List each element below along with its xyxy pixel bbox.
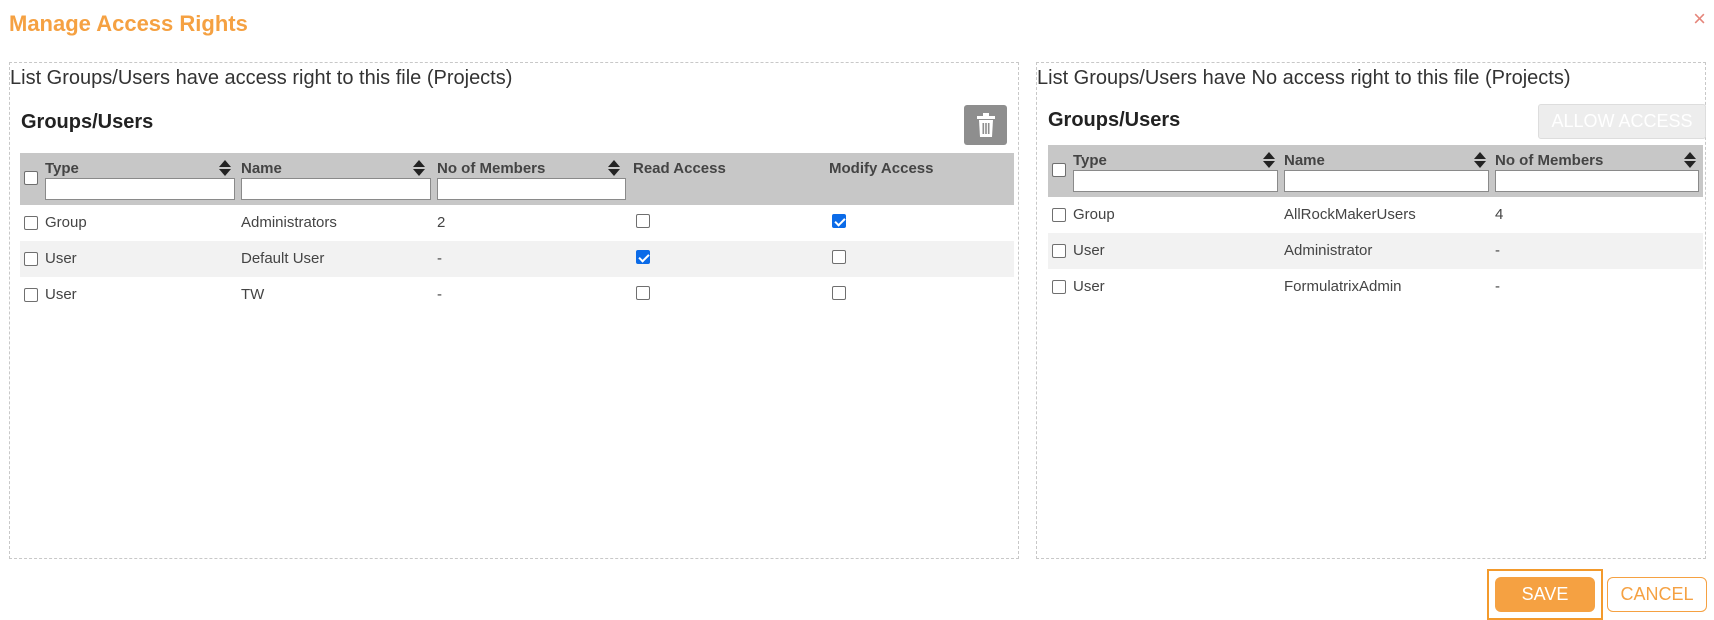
members-cell: -	[437, 286, 442, 303]
row-checkbox[interactable]	[24, 216, 38, 230]
read-access-checkbox[interactable]	[636, 250, 650, 264]
groups-users-heading: Groups/Users	[1048, 109, 1181, 131]
modify-access-checkbox[interactable]	[832, 250, 846, 264]
name-filter-input[interactable]	[241, 178, 431, 200]
type-cell: Group	[45, 214, 87, 231]
members-cell: -	[1495, 278, 1500, 295]
row-checkbox[interactable]	[1052, 244, 1066, 258]
table-row: Group AllRockMakerUsers 4	[1048, 197, 1703, 233]
panel-caption: List Groups/Users have access right to t…	[10, 67, 513, 89]
table-row: User Administrator -	[1048, 233, 1703, 269]
modify-access-checkbox[interactable]	[832, 214, 846, 228]
sort-icon[interactable]	[413, 160, 425, 176]
type-cell: User	[1073, 242, 1105, 259]
members-filter-input[interactable]	[437, 178, 626, 200]
sort-icon[interactable]	[219, 160, 231, 176]
table-row: User FormulatrixAdmin -	[1048, 269, 1703, 305]
name-cell: Administrators	[241, 214, 337, 231]
read-access-checkbox[interactable]	[636, 286, 650, 300]
read-access-checkbox[interactable]	[636, 214, 650, 228]
table-header: Type Name No of Members	[1048, 145, 1703, 197]
row-checkbox[interactable]	[1052, 280, 1066, 294]
modify-access-checkbox[interactable]	[832, 286, 846, 300]
delete-button[interactable]	[964, 105, 1007, 145]
column-read-access: Read Access	[633, 160, 726, 177]
select-all-checkbox[interactable]	[24, 171, 38, 185]
row-checkbox[interactable]	[24, 252, 38, 266]
column-members[interactable]: No of Members	[437, 160, 545, 177]
table-row: User TW -	[20, 277, 1014, 313]
row-checkbox[interactable]	[1052, 208, 1066, 222]
table-header: Type Name No of Members Read Access Modi…	[20, 153, 1014, 205]
access-granted-panel: List Groups/Users have access right to t…	[9, 62, 1019, 559]
column-type[interactable]: Type	[45, 160, 79, 177]
trash-icon	[976, 113, 995, 137]
close-icon[interactable]: ×	[1693, 8, 1706, 30]
save-button[interactable]: SAVE	[1495, 577, 1595, 612]
name-cell: FormulatrixAdmin	[1284, 278, 1402, 295]
allow-access-button[interactable]: ALLOW ACCESS	[1538, 104, 1706, 139]
name-cell: TW	[241, 286, 265, 303]
row-checkbox[interactable]	[24, 288, 38, 302]
name-cell: Administrator	[1284, 242, 1373, 259]
members-cell: 4	[1495, 206, 1504, 223]
no-access-panel: List Groups/Users have No access right t…	[1036, 62, 1706, 559]
name-filter-input[interactable]	[1284, 170, 1489, 192]
groups-users-heading: Groups/Users	[21, 111, 154, 133]
dialog-title: Manage Access Rights	[9, 11, 248, 36]
type-cell: Group	[1073, 206, 1115, 223]
members-cell: 2	[437, 214, 446, 231]
select-all-checkbox[interactable]	[1052, 163, 1066, 177]
table-row: User Default User -	[20, 241, 1014, 277]
cancel-button[interactable]: CANCEL	[1607, 577, 1707, 612]
type-cell: User	[45, 250, 77, 267]
sort-icon[interactable]	[1684, 152, 1696, 168]
type-cell: User	[45, 286, 77, 303]
panel-caption: List Groups/Users have No access right t…	[1037, 67, 1571, 89]
type-cell: User	[1073, 278, 1105, 295]
members-cell: -	[437, 250, 442, 267]
type-filter-input[interactable]	[1073, 170, 1278, 192]
sort-icon[interactable]	[608, 160, 620, 176]
name-cell: AllRockMakerUsers	[1284, 206, 1416, 223]
column-modify-access: Modify Access	[829, 160, 934, 177]
members-filter-input[interactable]	[1495, 170, 1699, 192]
column-name[interactable]: Name	[241, 160, 282, 177]
column-type[interactable]: Type	[1073, 152, 1107, 169]
type-filter-input[interactable]	[45, 178, 235, 200]
column-name[interactable]: Name	[1284, 152, 1325, 169]
column-members[interactable]: No of Members	[1495, 152, 1603, 169]
sort-icon[interactable]	[1474, 152, 1486, 168]
table-row: Group Administrators 2	[20, 205, 1014, 241]
sort-icon[interactable]	[1263, 152, 1275, 168]
name-cell: Default User	[241, 250, 325, 267]
members-cell: -	[1495, 242, 1500, 259]
